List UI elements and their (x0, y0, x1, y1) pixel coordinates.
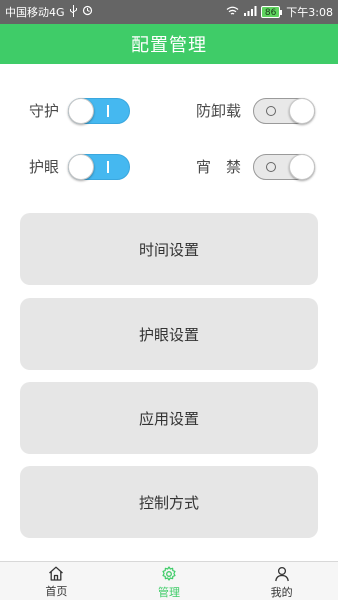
anti-uninstall-label: 防卸载 (196, 102, 242, 120)
nav-manage[interactable]: 管理 (113, 562, 226, 600)
toggle-row-2: 护眼 宵 禁 (0, 152, 338, 182)
nav-manage-label: 管理 (158, 586, 180, 599)
clock-text: 下午3:08 (286, 6, 333, 19)
app-settings-button[interactable]: 应用设置 (20, 382, 318, 454)
gear-icon (161, 566, 177, 582)
switch-knob (289, 98, 315, 124)
curfew-switch[interactable] (253, 154, 315, 180)
bottom-nav: 首页 管理 我的 (0, 561, 338, 600)
anti-uninstall-switch[interactable] (253, 98, 315, 124)
curfew-label: 宵 禁 (196, 158, 242, 176)
wifi-icon (226, 6, 239, 19)
switch-knob (289, 154, 315, 180)
usb-icon (69, 4, 78, 20)
status-left: 中国移动4G (5, 4, 93, 20)
guard-label: 守护 (29, 102, 60, 120)
home-icon (48, 566, 64, 581)
nav-home-label: 首页 (45, 585, 68, 598)
eye-protection-label: 护眼 (29, 158, 60, 176)
time-settings-button[interactable]: 时间设置 (20, 213, 318, 285)
switch-knob (68, 154, 94, 180)
switch-knob (68, 98, 94, 124)
nav-mine[interactable]: 我的 (225, 562, 338, 600)
battery-level: 86 (260, 6, 281, 18)
guard-switch[interactable] (68, 98, 130, 124)
eye-protection-switch[interactable] (68, 154, 130, 180)
status-bar: 中国移动4G 86 下午3:08 (0, 0, 338, 24)
status-right: 86 下午3:08 (226, 4, 333, 20)
control-mode-button[interactable]: 控制方式 (20, 466, 318, 538)
page-title: 配置管理 (131, 35, 207, 56)
nav-mine-label: 我的 (270, 586, 293, 599)
toggle-row-1: 守护 防卸载 (0, 96, 338, 126)
app-bar: 配置管理 (0, 24, 338, 64)
signal-icon (243, 5, 257, 19)
eye-settings-button[interactable]: 护眼设置 (20, 298, 318, 370)
person-icon (274, 566, 290, 582)
nav-home[interactable]: 首页 (0, 562, 113, 600)
sync-icon (82, 5, 93, 19)
carrier-text: 中国移动4G (5, 6, 65, 19)
battery-icon: 86 (260, 6, 283, 18)
